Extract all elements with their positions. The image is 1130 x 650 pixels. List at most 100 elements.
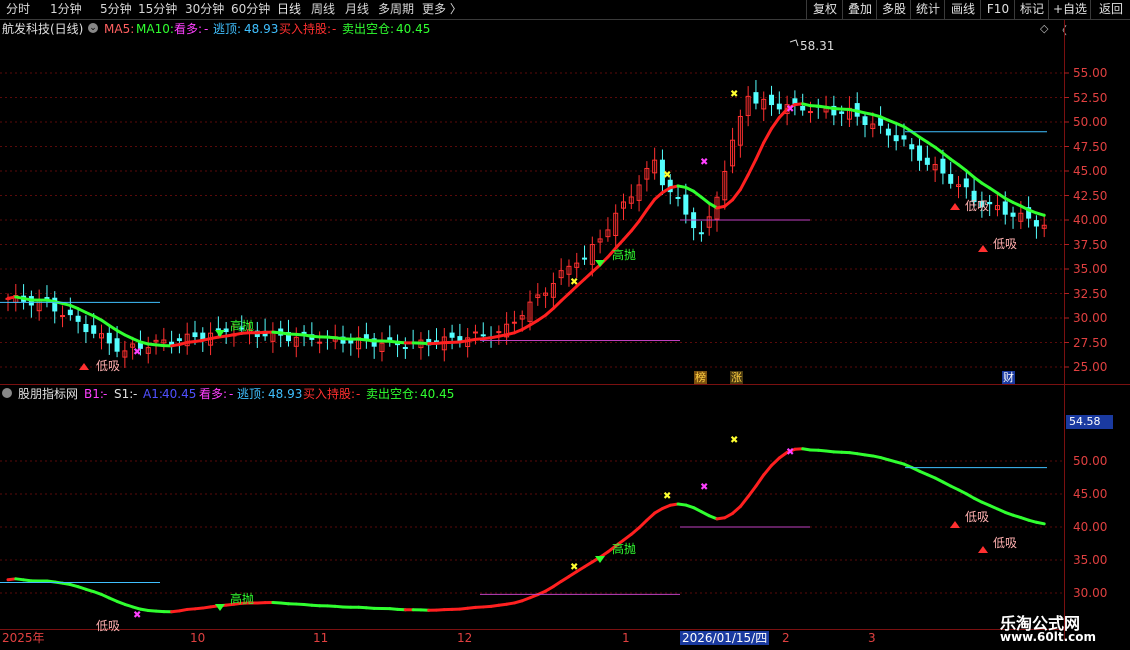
candle-body [878,117,884,126]
price-tick-label: 35.00 [1073,262,1108,276]
price-tick-label: 37.50 [1073,237,1108,252]
candle-body [893,135,899,142]
x-label-mar: 3 [868,631,876,645]
bang-tag[interactable]: 榜 [694,371,707,384]
cai-tag[interactable]: 财 [1002,371,1015,384]
ma-line-segment [629,219,641,233]
x-label-dec: 12 [457,631,473,645]
sub-ma-line-segment [762,463,774,477]
candle-body [917,145,923,161]
ma-line-segment [621,229,633,242]
gaopao-label-sub: 高抛 [230,592,255,606]
candle-body [472,331,478,334]
current-value-badge: 54.58 [1066,415,1113,429]
candle-body [885,128,891,136]
candle-body [924,157,930,165]
candle-body [792,98,798,104]
sub-settings-icon[interactable] [2,388,12,398]
signal-star-icon: ✖ [700,157,708,168]
peak-flag-icon [789,39,799,47]
sub-tick-label: 35.00 [1073,553,1108,567]
signal-star-icon: ✖ [700,482,708,493]
sub-buy-arrow-icon [950,521,960,528]
ma-line-segment [583,270,594,281]
ma-line-segment [559,292,571,303]
candle-body [1033,220,1039,227]
ma-line-segment [637,208,649,223]
ma-line-segment [964,169,976,179]
candle-body [1002,201,1008,215]
dixi-label-main-3: 低吸 [96,359,121,373]
gaopao-label-main-2: 高抛 [612,248,637,262]
ma-line-segment [551,299,563,310]
sub-ma-line-segment [645,511,657,522]
buy-arrow-icon [978,245,988,252]
dixi-label-sub-2: 低吸 [993,536,1018,550]
x-label-cursor-date: 2026/01/15/四 [680,631,770,645]
candle-body [200,332,206,340]
candle-body [800,105,806,111]
candle-body [215,328,221,331]
candle-body [963,178,969,188]
watermark-url: www.60lt.com [1000,630,1097,644]
ma-line-segment [723,198,735,208]
dixi-label-sub: 低吸 [965,510,990,524]
price-tick-label: 30.00 [1073,311,1108,325]
signal-star-icon: ✖ [786,104,794,115]
a1-value: 40.45 [162,387,197,401]
candle-body [387,337,393,340]
signal-star-icon: ✖ [786,447,794,458]
x-label-nov: 11 [313,631,329,645]
candle-body [839,111,845,114]
price-tick-label: 47.50 [1073,139,1108,154]
buy-arrow-icon [950,203,960,210]
sub-kanduo-value: - [229,387,234,401]
price-tick-label: 50.00 [1073,115,1108,129]
sub-ma-line-segment [754,473,766,488]
candle-body [169,341,175,345]
sub-sell-value: 40.45 [420,387,455,401]
candle-body [1010,212,1016,217]
candle-body [402,346,408,349]
sub-ma-line-segment [629,526,641,536]
x-label-jan: 1 [622,631,630,645]
price-tick-label: 45.00 [1073,164,1108,178]
price-tick-label: 42.50 [1073,188,1108,203]
s1-label: S1: [114,387,134,401]
candle-body [683,194,689,215]
sub-ma-line-segment [1034,520,1046,526]
candle-body [698,232,704,235]
gaopao-label-main: 高抛 [230,319,255,333]
candle-body [449,332,455,338]
sub-tick-label: 30.00 [1073,586,1108,600]
zhang-tag[interactable]: 涨 [730,371,743,384]
candle-body [192,332,198,338]
candle-body [480,334,486,337]
candle-body [106,332,112,344]
x-label-feb: 2 [782,631,790,645]
signal-star-icon: ✖ [570,562,578,573]
b1-label: B1: [84,387,104,401]
ma-line-segment [754,141,766,161]
kline-chart[interactable]: ✖ ✖ ✖ ✖ ✖ ✖ ✖ ✖ ✖ ✖ ✖ ✖ [0,0,1130,650]
price-tick-label: 25.00 [1073,360,1108,374]
candle-body [114,338,120,352]
ma-line-segment [731,188,742,202]
sub-taoding-label: 逃顶: [237,387,266,401]
ma-line-segment [544,306,555,317]
sub-sell-label: 卖出空仓: [366,387,419,401]
signal-star-icon: ✖ [663,170,671,181]
ma-line-segment [614,238,625,250]
candle-body [60,315,66,318]
ma-line-segment [738,173,750,192]
price-tick-label: 32.50 [1073,286,1108,301]
ma-line-segment [645,197,657,212]
price-tick-label: 52.50 [1073,90,1108,105]
price-tick-label: 27.50 [1073,335,1108,350]
candle-body [91,325,97,334]
candle-body [582,257,588,260]
signal-star-icon: ✖ [730,89,738,100]
x-label-oct: 10 [190,631,206,645]
dixi-label-main: 低吸 [965,199,990,213]
price-tick-label: 55.00 [1073,66,1108,80]
